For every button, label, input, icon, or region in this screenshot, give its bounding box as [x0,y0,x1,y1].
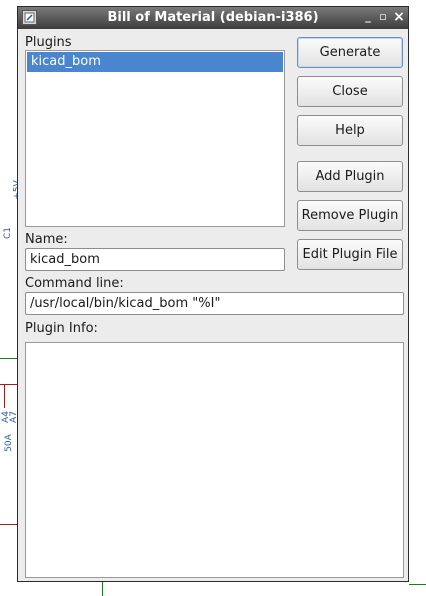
plugins-label: Plugins [25,35,72,50]
bom-dialog: Bill of Material (debian-i386) _ ▫ × Plu… [17,6,409,582]
schematic-wire [0,384,17,385]
schematic-wire [4,384,5,408]
plugin-info-box[interactable] [25,342,404,578]
plugins-list[interactable]: kicad_bom [25,50,285,227]
close-button[interactable]: Close [297,76,403,107]
plugin-info-label: Plugin Info: [25,321,98,336]
schematic-wire [102,582,103,596]
remove-plugin-button[interactable]: Remove Plugin [297,200,403,231]
command-line-field[interactable]: /usr/local/bin/kicad_bom "%I" [25,292,404,315]
name-label: Name: [25,232,68,247]
command-line-label: Command line: [25,276,124,291]
minimize-icon[interactable]: _ [360,9,376,25]
schematic-label-50a: 50A [3,434,14,452]
schematic-wire [0,524,17,525]
generate-button[interactable]: Generate [297,37,403,68]
edit-plugin-file-button[interactable]: Edit Plugin File [297,239,403,270]
close-icon[interactable]: × [391,9,407,25]
plugin-list-item[interactable]: kicad_bom [27,52,283,72]
name-field[interactable]: kicad_bom [25,248,285,271]
schematic-wire [409,584,426,585]
maximize-icon[interactable]: ▫ [375,9,391,25]
help-button[interactable]: Help [297,115,403,146]
title-bar[interactable]: Bill of Material (debian-i386) _ ▫ × [18,7,408,29]
window-title: Bill of Material (debian-i386) [107,10,319,25]
add-plugin-button[interactable]: Add Plugin [297,161,403,192]
schematic-label-c1: C1 [3,226,14,240]
schematic-wire [0,358,17,359]
